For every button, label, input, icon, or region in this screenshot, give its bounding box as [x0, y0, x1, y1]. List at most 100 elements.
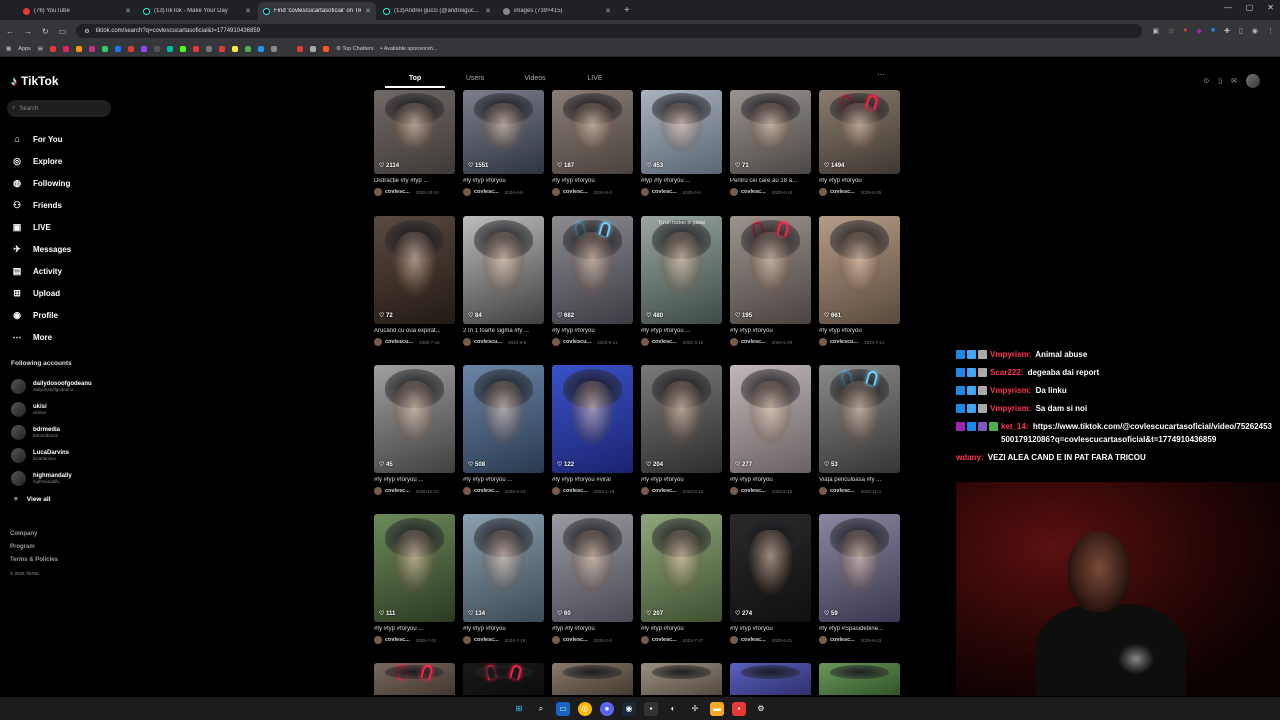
video-thumbnail[interactable]: Tu un rocker in pasai ♡ 480 — [641, 216, 722, 324]
author-name[interactable]: covlesc... — [830, 488, 855, 494]
device-icon[interactable]: ▯ — [1218, 77, 1222, 85]
nav-item-upload[interactable]: ⊞ Upload — [10, 282, 71, 304]
video-caption[interactable]: #fyp #fy #foryou ... — [641, 178, 722, 184]
video-caption[interactable]: #fy #fyp #foryou ... — [374, 477, 455, 483]
url-input[interactable]: ⚙ tiktok.com/search?q=covlescucartasofic… — [76, 24, 1143, 38]
video-card[interactable]: ♡ 45 #fy #fyp #foryou ... covlesc... 202… — [374, 365, 455, 495]
bookmark-teal-icon[interactable] — [166, 46, 173, 52]
author-avatar[interactable] — [552, 338, 560, 346]
video-thumbnail[interactable]: ♡ 195 — [730, 216, 811, 324]
following-account[interactable]: LucaDarvins lucadarvins — [11, 444, 92, 467]
author-avatar[interactable] — [819, 338, 827, 346]
author-avatar[interactable] — [819, 636, 827, 644]
taskbar-folder-icon[interactable]: ▬ — [710, 701, 724, 716]
user-avatar[interactable] — [1246, 74, 1260, 88]
video-caption[interactable]: #fy #fyp #foryou — [730, 477, 811, 483]
taskbar-obs-icon[interactable]: ◐ — [666, 702, 680, 716]
coins-icon[interactable]: ⊙ — [1203, 77, 1209, 85]
taskbar-settings-icon[interactable]: ⚙ — [754, 702, 768, 716]
video-thumbnail[interactable]: ♡ 1551 — [463, 90, 544, 174]
author-name[interactable]: covlesc... — [741, 488, 766, 494]
author-name[interactable]: covlesc... — [652, 637, 677, 643]
video-caption[interactable]: #fy #fyp #foryou — [730, 328, 811, 334]
nav-item-explore[interactable]: ◎ Explore — [10, 150, 71, 172]
video-caption[interactable]: #fy #fyp #foryou ... — [463, 477, 544, 483]
author-avatar[interactable] — [463, 636, 471, 644]
close-tab-icon[interactable]: ✕ — [485, 7, 491, 15]
bookmark-yellow-icon[interactable] — [231, 46, 238, 52]
video-thumbnail[interactable] — [819, 663, 900, 695]
close-tab-icon[interactable]: ✕ — [125, 7, 131, 15]
video-thumbnail[interactable]: ♡ 1494 — [819, 90, 900, 174]
video-card[interactable]: ♡ 682 #fy #fyp #foryou covlescu... 2023-… — [552, 216, 633, 346]
close-tab-icon[interactable]: ✕ — [245, 7, 251, 15]
video-caption[interactable]: Arucând cu ouă expirat... — [374, 328, 455, 334]
video-card[interactable]: ♡ 134 #fy #fyp #foryou covlesc... 2024-7… — [463, 514, 544, 644]
video-card[interactable]: ♡ 661 #fy #fyp #foryou covlescu... 2024-… — [819, 216, 900, 346]
bookmark-grey-icon[interactable] — [153, 46, 160, 52]
taskbar-app-icon[interactable]: ▪ — [644, 701, 658, 716]
nav-item-for-you[interactable]: ⌂ For You — [10, 128, 71, 150]
browser-tab-2[interactable]: Find 'covlescucartasoficial' on TikTok ✕ — [258, 2, 376, 20]
author-avatar[interactable] — [730, 487, 738, 495]
video-thumbnail[interactable]: ♡ 187 — [552, 90, 633, 174]
author-avatar[interactable] — [641, 188, 649, 196]
browser-tab-0[interactable]: (76) YouTube ✕ — [18, 2, 136, 20]
author-name[interactable]: covlesc... — [652, 339, 677, 345]
bookmark-grey3-icon[interactable] — [270, 46, 277, 52]
extension-puzzle-icon[interactable]: ✚ — [1224, 27, 1230, 35]
nav-item-live[interactable]: ▣ LIVE — [10, 216, 71, 238]
author-avatar[interactable] — [552, 188, 560, 196]
forward-icon[interactable]: → — [24, 27, 32, 36]
video-card[interactable]: ♡ 187 #fy #fyp #foryou covlesc... 2024-9… — [552, 90, 633, 196]
bookmark-star-icon[interactable]: ☆ — [1168, 27, 1174, 35]
video-caption[interactable]: Viața periculoasă #fy ... — [819, 477, 900, 483]
tiktok-logo[interactable]: ♪ TikTok — [11, 74, 59, 88]
video-card[interactable]: ♡ 53 Viața periculoasă #fy ... covlesc..… — [819, 365, 900, 495]
bookmark-deeporange-icon[interactable] — [322, 46, 329, 52]
video-caption[interactable]: #fy #fyp #foryou — [641, 477, 722, 483]
reload-icon[interactable]: ↻ — [42, 27, 49, 36]
author-name[interactable]: covlesc... — [385, 637, 410, 643]
author-avatar[interactable] — [374, 188, 382, 196]
following-account[interactable]: ukisi ukisiss — [11, 398, 92, 421]
author-avatar[interactable] — [374, 338, 382, 346]
tab-live[interactable]: LIVE — [565, 70, 625, 88]
following-account[interactable]: bdrmedia bdrmediaro2 — [11, 421, 92, 444]
video-thumbnail[interactable]: ♡ 71 — [730, 90, 811, 174]
author-avatar[interactable] — [374, 636, 382, 644]
maximize-icon[interactable]: ▢ — [1246, 3, 1254, 12]
close-tab-icon[interactable]: ✕ — [365, 7, 371, 15]
video-thumbnail[interactable] — [730, 663, 811, 695]
video-thumbnail[interactable]: ♡ 53 — [819, 365, 900, 473]
bookmark-top-chatters[interactable]: ⚙ Top Chatters — [336, 46, 374, 52]
sidebar-toggle-icon[interactable]: ▯ — [1239, 27, 1243, 35]
author-avatar[interactable] — [463, 188, 471, 196]
following-account[interactable]: highmandally highmandally — [11, 467, 92, 490]
video-thumbnail[interactable]: ♡ 72 — [374, 216, 455, 324]
browser-tab-3[interactable]: (13)Andrei gucci (@andreiguc... ✕ — [378, 2, 496, 20]
bookmark-light-icon[interactable] — [309, 46, 316, 52]
author-name[interactable]: covlesc... — [652, 488, 677, 494]
author-name[interactable]: covlescu... — [563, 339, 591, 345]
author-avatar[interactable] — [552, 487, 560, 495]
author-name[interactable]: covlesc... — [830, 637, 855, 643]
video-thumbnail[interactable]: ♡ 204 — [641, 365, 722, 473]
video-caption[interactable]: #fy #fyp #foryou — [552, 328, 633, 334]
video-card[interactable] — [374, 663, 455, 695]
bookmark-red2-icon[interactable] — [192, 46, 199, 52]
bookmark-dark-icon[interactable] — [283, 46, 290, 52]
bookmark-red-icon[interactable] — [127, 46, 134, 52]
bookmark-red3-icon[interactable] — [218, 46, 225, 52]
video-card[interactable] — [819, 663, 900, 695]
video-card[interactable]: ♡ 277 #fy #fyp #foryou covlesc... 2024-5… — [730, 365, 811, 495]
nav-item-profile[interactable]: ◉ Profile — [10, 304, 71, 326]
video-thumbnail[interactable]: ♡ 122 — [552, 365, 633, 473]
back-icon[interactable]: ← — [6, 27, 14, 36]
video-thumbnail[interactable]: ♡ 207 — [641, 514, 722, 622]
author-avatar[interactable] — [819, 188, 827, 196]
author-avatar[interactable] — [641, 487, 649, 495]
video-card[interactable]: ♡ 2114 Distracție #fy #fyp ... covlesc..… — [374, 90, 455, 196]
author-avatar[interactable] — [730, 188, 738, 196]
video-card[interactable]: ♡ 122 #fy #fyp #foryou #viral covlesc...… — [552, 365, 633, 495]
